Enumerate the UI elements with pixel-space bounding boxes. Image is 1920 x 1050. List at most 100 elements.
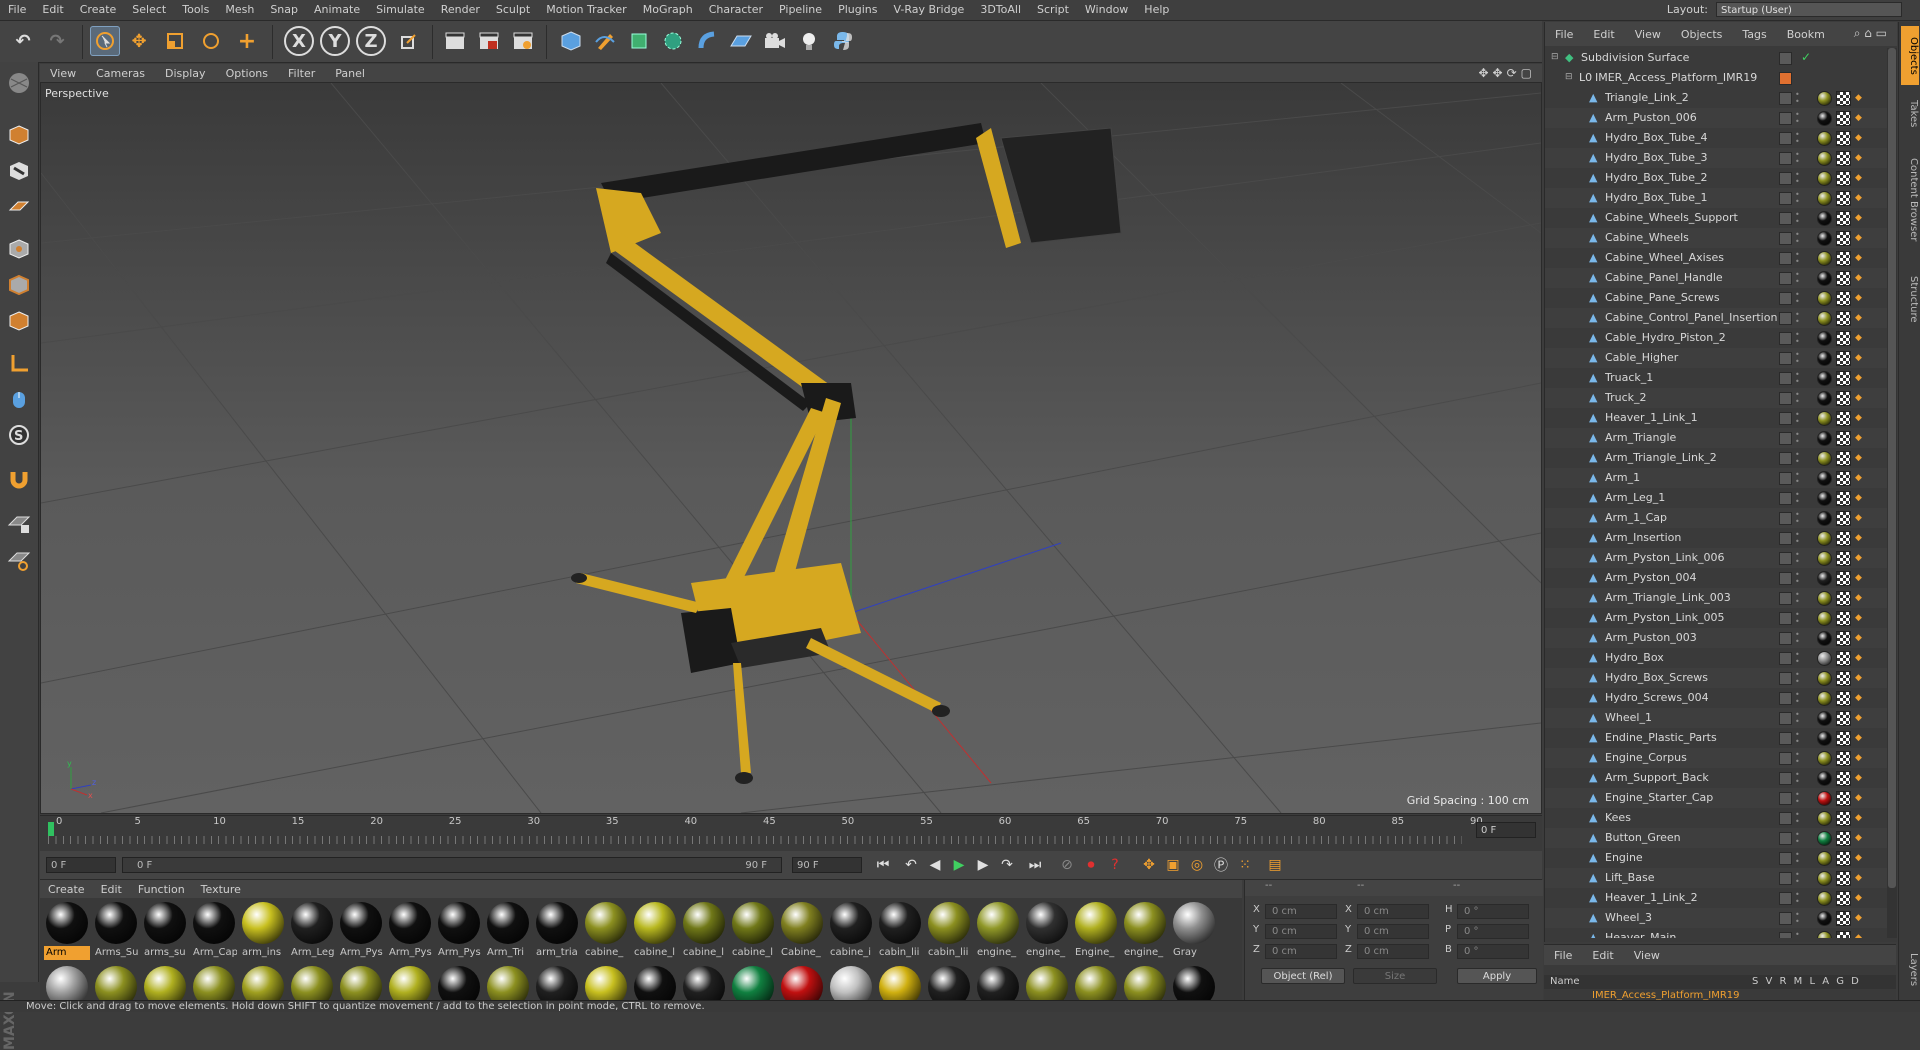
material-swatch[interactable]: Arm_Pys [436,900,482,962]
points-mode-button[interactable] [4,234,34,264]
phong-tag-icon[interactable]: ◆ [1855,673,1865,683]
object-menu-edit[interactable]: Edit [1583,28,1624,41]
visibility-toggle[interactable] [1779,772,1792,785]
object-row[interactable]: ▲ Endine_Plastic_Parts • • ◆ [1545,728,1897,748]
object-row[interactable]: ▲ Cabine_Wheels_Support • • ◆ [1545,208,1897,228]
phong-tag-icon[interactable]: ◆ [1855,793,1865,803]
phong-tag-icon[interactable]: ◆ [1855,553,1865,563]
prev-frame-button[interactable]: ◀ [924,854,946,876]
phong-tag-icon[interactable]: ◆ [1855,193,1865,203]
python-button[interactable] [828,26,858,56]
visibility-toggle[interactable] [1779,272,1792,285]
material-tag[interactable] [1817,371,1832,386]
phong-tag-icon[interactable]: ◆ [1855,333,1865,343]
snap-button[interactable]: S [4,420,34,450]
render-visibility-dots[interactable]: • • [1795,891,1801,906]
render-visibility-dots[interactable]: • • [1795,851,1801,866]
material-menu-function[interactable]: Function [130,883,193,896]
object-row[interactable]: ▲ Arm_1_Cap • • ◆ [1545,508,1897,528]
render-visibility-dots[interactable]: • • [1795,451,1801,466]
phong-tag-icon[interactable]: ◆ [1855,593,1865,603]
phong-tag-icon[interactable]: ◆ [1855,373,1865,383]
phong-tag-icon[interactable]: ◆ [1855,873,1865,883]
deformer-button[interactable] [692,26,722,56]
texture-tag[interactable] [1836,251,1851,266]
phong-tag-icon[interactable]: ◆ [1855,493,1865,503]
render-visibility-dots[interactable]: • • [1795,551,1801,566]
go-to-start-button[interactable]: ⏮ [872,854,894,876]
material-swatch[interactable]: Arm_Leg [289,900,335,962]
material-swatch[interactable]: cabine_i [828,900,874,962]
material-tag[interactable] [1817,191,1832,206]
phong-tag-icon[interactable]: ◆ [1855,813,1865,823]
side-tab-structure[interactable]: Structure [1901,263,1919,336]
material-swatch[interactable] [485,964,531,1000]
texture-tag[interactable] [1836,411,1851,426]
object-row[interactable]: ▲ Hydro_Box_Tube_4 • • ◆ [1545,128,1897,148]
tweak-mode-button[interactable] [4,384,34,414]
visibility-toggle[interactable] [1779,392,1792,405]
object-row[interactable]: ▲ Hydro_Screws_004 • • ◆ [1545,688,1897,708]
render-visibility-dots[interactable]: • • [1795,711,1801,726]
material-tag[interactable] [1817,711,1832,726]
scale-tool-button[interactable] [160,26,190,56]
start-frame-field[interactable]: 0 F [46,857,116,873]
playhead-marker[interactable] [48,822,54,836]
material-menu-edit[interactable]: Edit [93,883,130,896]
texture-tag[interactable] [1836,571,1851,586]
y-axis-lock-button[interactable]: Y [320,26,350,56]
layer-menu-edit[interactable]: Edit [1582,949,1623,962]
material-swatch[interactable] [289,964,335,1000]
subdivision-button[interactable] [624,26,654,56]
material-tag[interactable] [1817,551,1832,566]
object-row[interactable]: ▲ Button_Green • • ◆ [1545,828,1897,848]
texture-tag[interactable] [1836,871,1851,886]
material-menu-create[interactable]: Create [40,883,93,896]
phong-tag-icon[interactable]: ◆ [1855,653,1865,663]
floor-button[interactable] [726,26,756,56]
layer-color-swatch[interactable] [1779,72,1792,85]
phong-tag-icon[interactable]: ◆ [1855,773,1865,783]
texture-tag[interactable] [1836,731,1851,746]
texture-tag[interactable] [1836,231,1851,246]
material-swatch[interactable] [142,964,188,1000]
material-tag[interactable] [1817,791,1832,806]
object-menu-view[interactable]: View [1625,28,1671,41]
material-tag[interactable] [1817,571,1832,586]
lock-workplane-button[interactable] [4,508,34,538]
material-tag[interactable] [1817,631,1832,646]
render-visibility-dots[interactable]: • • [1795,931,1801,939]
pos-y-field[interactable]: 0 cm [1265,924,1337,939]
object-row[interactable]: ▲ Truack_1 • • ◆ [1545,368,1897,388]
material-swatch[interactable] [387,964,433,1000]
phong-tag-icon[interactable]: ◆ [1855,253,1865,263]
material-swatch[interactable] [975,964,1021,1000]
texture-tag[interactable] [1836,111,1851,126]
phong-tag-icon[interactable]: ◆ [1855,893,1865,903]
object-row[interactable]: ▲ Engine_Starter_Cap • • ◆ [1545,788,1897,808]
object-row[interactable]: ▲ Arm_Puston_006 • • ◆ [1545,108,1897,128]
object-row[interactable]: ▲ Lift_Base • • ◆ [1545,868,1897,888]
layer-menu-file[interactable]: File [1544,949,1582,962]
material-tag[interactable] [1817,531,1832,546]
phong-tag-icon[interactable]: ◆ [1855,453,1865,463]
material-tag[interactable] [1817,411,1832,426]
object-row[interactable]: ▲ Hydro_Box_Tube_2 • • ◆ [1545,168,1897,188]
redo-button[interactable]: ↷ [42,26,72,56]
coordinate-mode-select[interactable]: Object (Rel) [1261,968,1345,984]
preview-range-slider[interactable]: 0 F 90 F [122,857,782,873]
visibility-toggle[interactable] [1779,632,1792,645]
apply-button[interactable]: Apply [1457,968,1537,984]
menu-item-create[interactable]: Create [72,0,125,20]
visibility-toggle[interactable] [1779,932,1792,938]
visibility-toggle[interactable] [1779,672,1792,685]
material-swatch[interactable] [1122,964,1168,1000]
z-axis-lock-button[interactable]: Z [356,26,386,56]
material-tag[interactable] [1817,231,1832,246]
visibility-toggle[interactable] [1779,652,1792,665]
texture-tag[interactable] [1836,471,1851,486]
object-row[interactable]: ▲ Hydro_Box_Tube_1 • • ◆ [1545,188,1897,208]
render-visibility-dots[interactable]: • • [1795,771,1801,786]
menu-item-pipeline[interactable]: Pipeline [771,0,830,20]
material-swatch[interactable] [779,964,825,1000]
